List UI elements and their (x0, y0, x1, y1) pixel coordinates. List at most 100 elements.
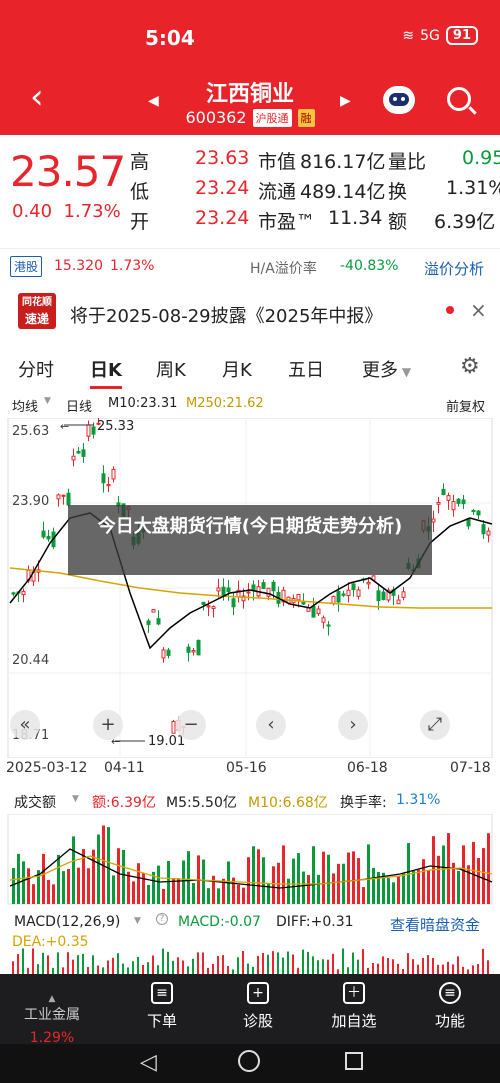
macd-bar (92, 955, 94, 974)
nav-order-label: 下单 (146, 1012, 177, 1030)
battery-icon: 91 (445, 26, 478, 45)
macd-indicator-select[interactable]: MACD(12,26,9) (14, 914, 120, 930)
volume-bar (292, 858, 295, 904)
high-value: 23.63 (195, 147, 250, 169)
news-logo-top: 同花顺 (22, 297, 52, 308)
macd-bar (442, 964, 444, 974)
indicator-select[interactable]: 均线 (12, 396, 38, 415)
dropdown-icon: ▼ (134, 916, 141, 926)
zoom-out-icon[interactable]: − (176, 710, 206, 740)
turnover-rate-value: 1.31% (396, 792, 441, 808)
axis-label-top: 25.63 (12, 424, 49, 439)
volume-bar (392, 882, 395, 904)
low-annotation: 19.01 (148, 734, 185, 749)
candle-body (431, 518, 436, 523)
low-label: 低 (130, 181, 150, 203)
system-back-icon[interactable]: ◁ (140, 1050, 157, 1075)
volume-bar (327, 854, 330, 904)
macd-bar (212, 963, 214, 974)
system-recents-icon[interactable] (345, 1052, 363, 1070)
volume-bar (287, 878, 290, 904)
news-row[interactable]: 同花顺 速递 将于2025-08-29披露《2025年中报》 × (0, 290, 500, 336)
volume-bar (252, 846, 255, 904)
candle-body (436, 502, 441, 505)
tab-monthly-k[interactable]: 月K (222, 356, 252, 382)
macd-bar (87, 967, 89, 974)
tab-fenshi[interactable]: 分时 (18, 356, 54, 382)
hk-share-row[interactable]: 港股 15.320 1.73% H/A溢价率 -40.83% 溢价分析 (0, 248, 500, 284)
candle-body (81, 449, 86, 457)
macd-bar (42, 952, 44, 974)
macd-bar (72, 959, 74, 974)
macd-bar (97, 965, 99, 974)
settings-gear-icon[interactable]: ⚙ (460, 354, 480, 379)
macd-bar (152, 955, 154, 974)
volume-bar (247, 857, 250, 904)
candle-body (321, 617, 326, 623)
zoom-in-icon[interactable]: + (93, 710, 123, 740)
kline-chart[interactable]: 25.63 23.90 20.44 18.71 ← 25.33 ← 19.01 (0, 418, 500, 758)
tab-weekly-k[interactable]: 周K (156, 356, 186, 382)
volume-bar (182, 860, 185, 904)
macd-bar (397, 963, 399, 974)
macd-bar (142, 964, 144, 974)
candle-body (471, 509, 476, 513)
dark-pool-link[interactable]: 查看暗盘资金 (390, 914, 480, 935)
price-change-pct: 1.73% (63, 201, 121, 222)
adjust-select[interactable]: 前复权 (446, 396, 485, 415)
volume-bar (172, 878, 175, 904)
assistant-robot-icon[interactable] (383, 86, 415, 114)
macd-bar (392, 959, 394, 974)
volume-bar (107, 827, 110, 904)
macd-value: MACD:-0.07 (178, 914, 261, 930)
premium-analysis-link[interactable]: 溢价分析 (424, 258, 484, 279)
candle-body (106, 483, 111, 487)
macd-bar (217, 955, 219, 974)
volume-bar (22, 861, 25, 904)
search-icon[interactable] (447, 87, 471, 111)
volume-bar (77, 867, 80, 904)
fullscreen-icon[interactable]: ⤢ (420, 710, 450, 740)
volume-bar (427, 870, 430, 904)
macd-bar (47, 955, 49, 974)
system-home-icon[interactable] (238, 1050, 260, 1072)
nav-add-watchlist[interactable]: ＋ 加自选 (314, 982, 394, 1031)
volume-bar (207, 888, 210, 904)
volume-bar (332, 873, 335, 904)
scroll-left-icon[interactable]: ‹ (256, 710, 286, 740)
candle-body (111, 468, 116, 480)
volume-bar (367, 844, 370, 904)
candle-body (231, 598, 236, 608)
high-annotation: 25.33 (97, 419, 134, 434)
candle-body (266, 587, 271, 597)
nav-functions[interactable]: ≡ 功能 (410, 982, 490, 1031)
volume-indicator-select[interactable]: 成交额 (14, 792, 56, 812)
scroll-right-icon[interactable]: › (338, 710, 368, 740)
nav-sector[interactable]: ▲ 工业金属 1.29% (12, 994, 92, 1046)
nav-diagnose[interactable]: + 诊股 (218, 982, 298, 1031)
collapse-left-icon[interactable]: « (10, 710, 40, 740)
volume-bar (97, 834, 100, 904)
macd-chart: DEA:+0.35 (12, 934, 489, 974)
close-icon[interactable]: × (470, 298, 487, 322)
macd-bar (412, 959, 414, 974)
volume-bar (202, 859, 205, 904)
axis-label-2: 23.90 (12, 494, 49, 509)
nav-sector-label: 工业金属 (24, 1007, 80, 1023)
hk-tag: 港股 (10, 256, 43, 277)
turnover-rate-label: 换手率: (340, 795, 387, 811)
candle-body (206, 605, 211, 608)
volume-bar (257, 849, 260, 904)
tab-more[interactable]: 更多 ▼ (362, 356, 411, 382)
macd-bar (182, 960, 184, 974)
macd-bar (252, 966, 254, 974)
info-icon[interactable]: ? (156, 913, 168, 925)
tab-daily-k[interactable]: 日K (90, 356, 122, 389)
nav-order[interactable]: ≡ 下单 (122, 982, 202, 1031)
candle-body (66, 492, 71, 506)
ma10-value: M10:23.31 (108, 396, 178, 411)
candle-body (196, 639, 201, 656)
macd-bar (222, 955, 224, 974)
macd-bar (447, 961, 449, 974)
tab-five-day[interactable]: 五日 (288, 356, 324, 382)
